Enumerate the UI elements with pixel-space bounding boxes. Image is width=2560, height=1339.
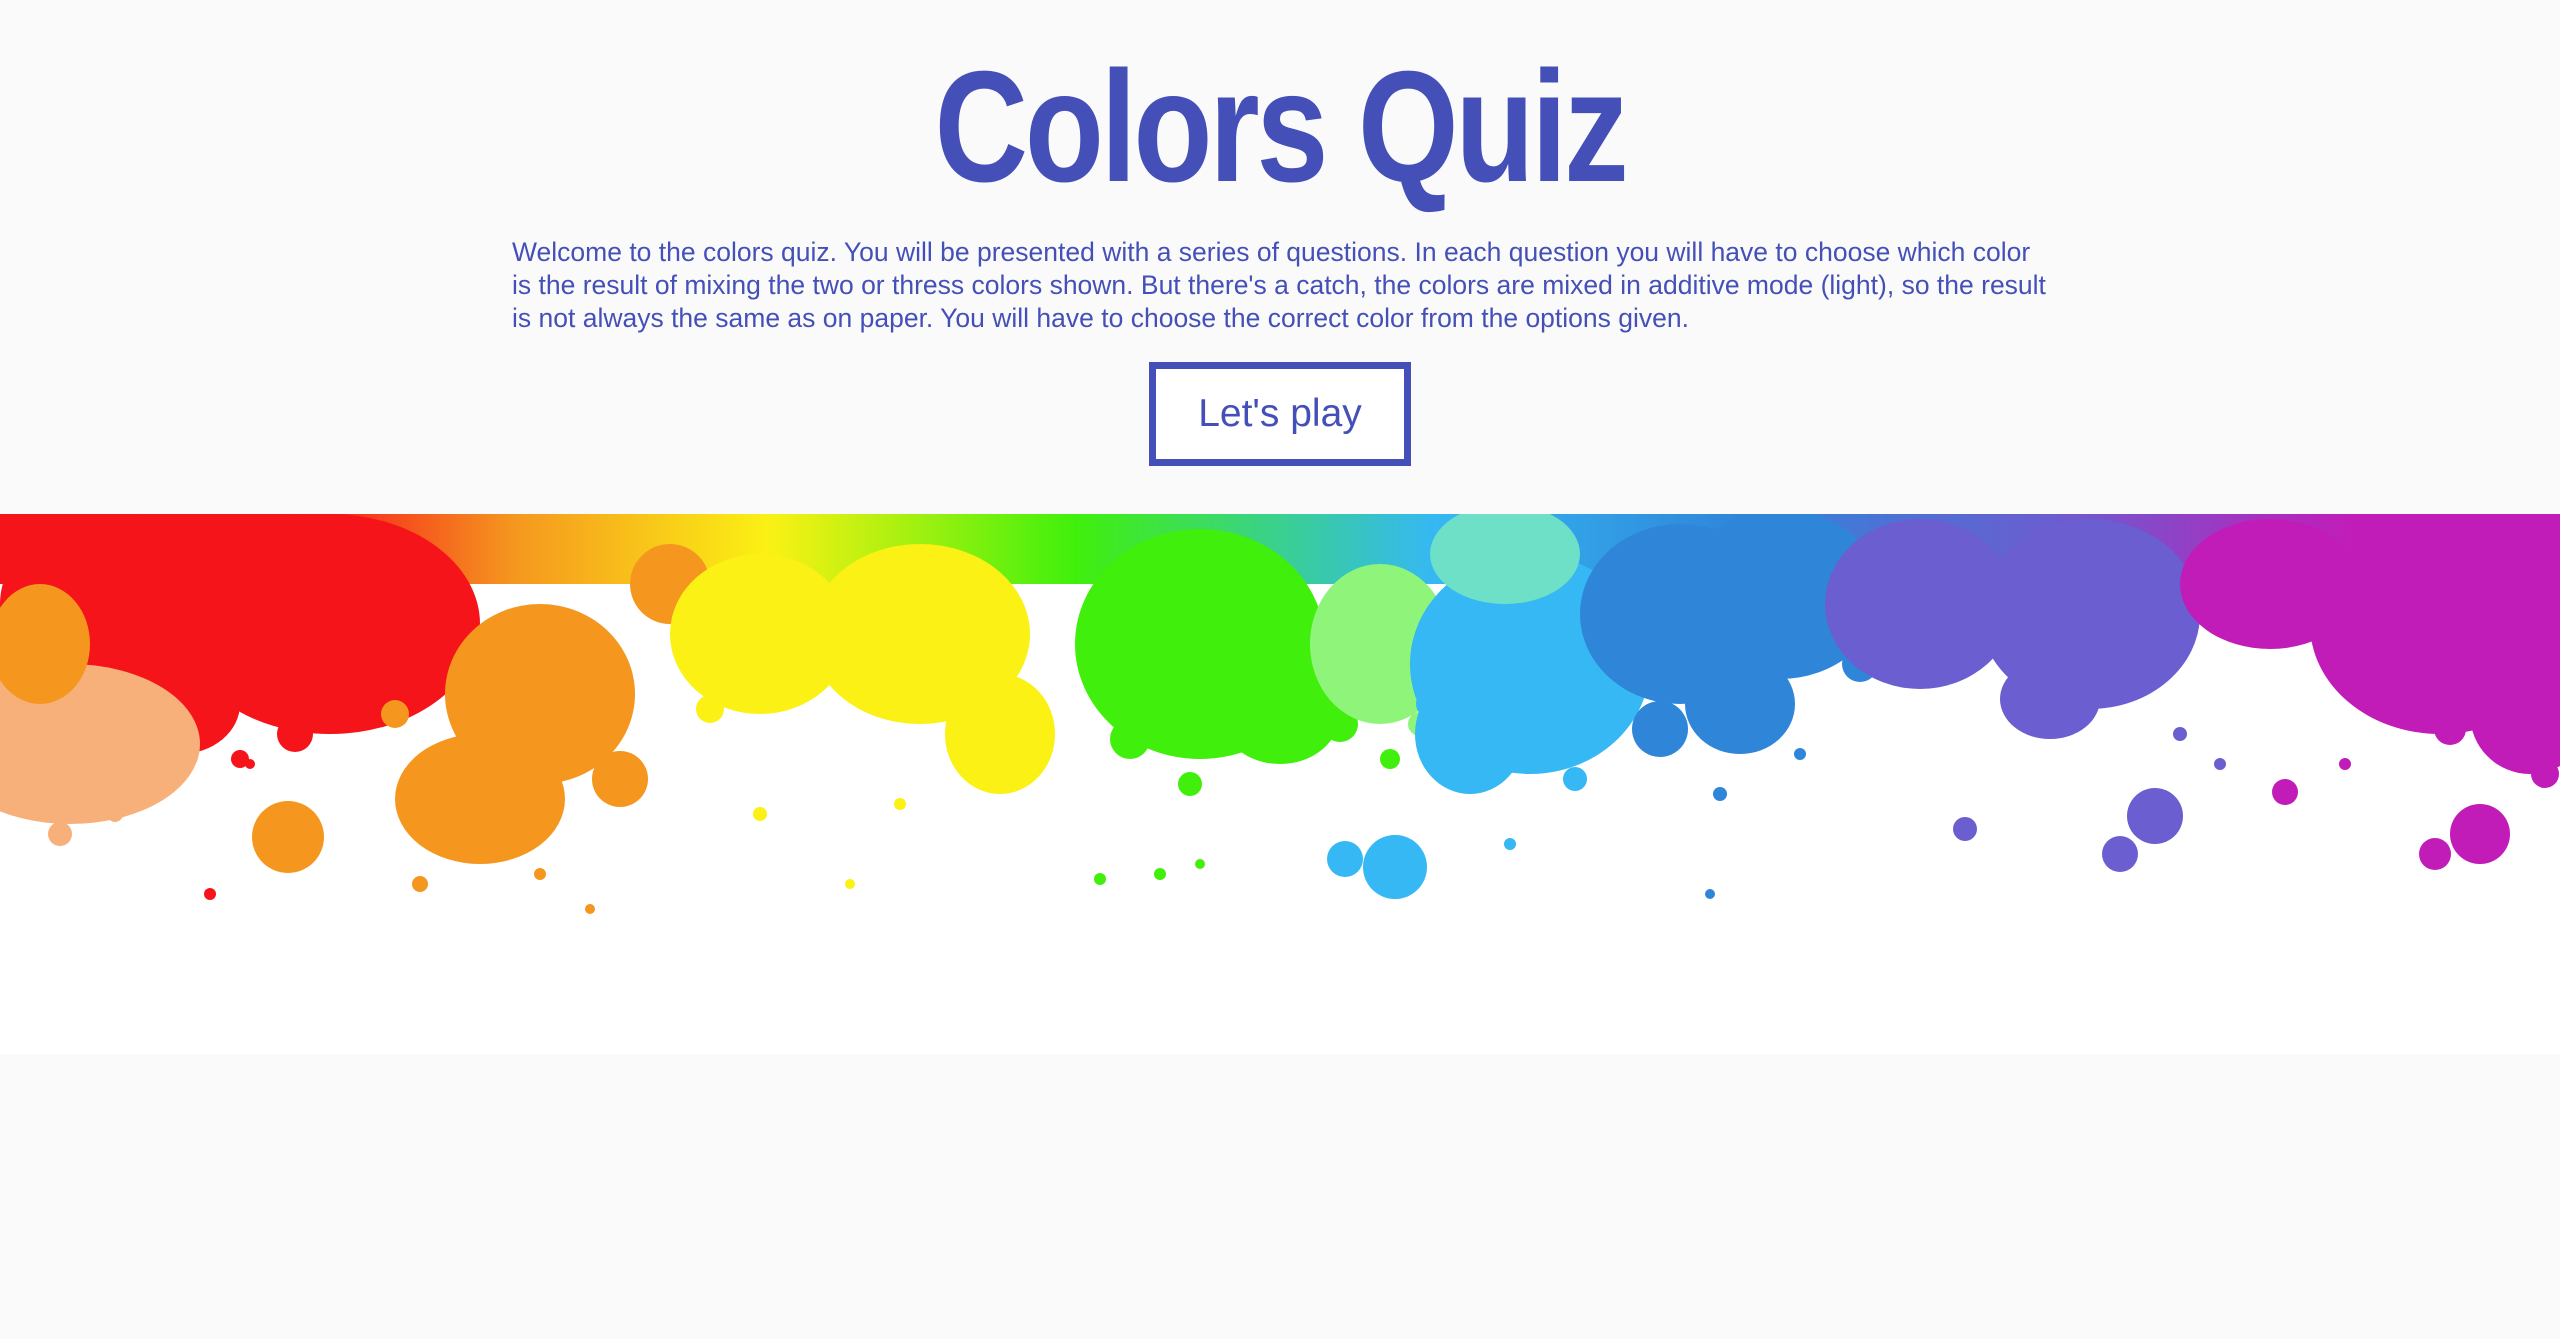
paint-splash-image <box>0 514 2560 914</box>
yellow-splash <box>670 544 1055 889</box>
magenta-splash <box>2180 514 2560 870</box>
quiz-start-page: Colors Quiz Welcome to the colors quiz. … <box>0 0 2560 1339</box>
intro-text: Welcome to the colors quiz. You will be … <box>512 237 2046 333</box>
lets-play-button[interactable]: Let's play <box>1149 362 1411 466</box>
paint-splash-banner <box>0 514 2560 1054</box>
purple-splash <box>1825 519 2226 872</box>
page-title: Colors Quiz <box>934 39 1629 215</box>
